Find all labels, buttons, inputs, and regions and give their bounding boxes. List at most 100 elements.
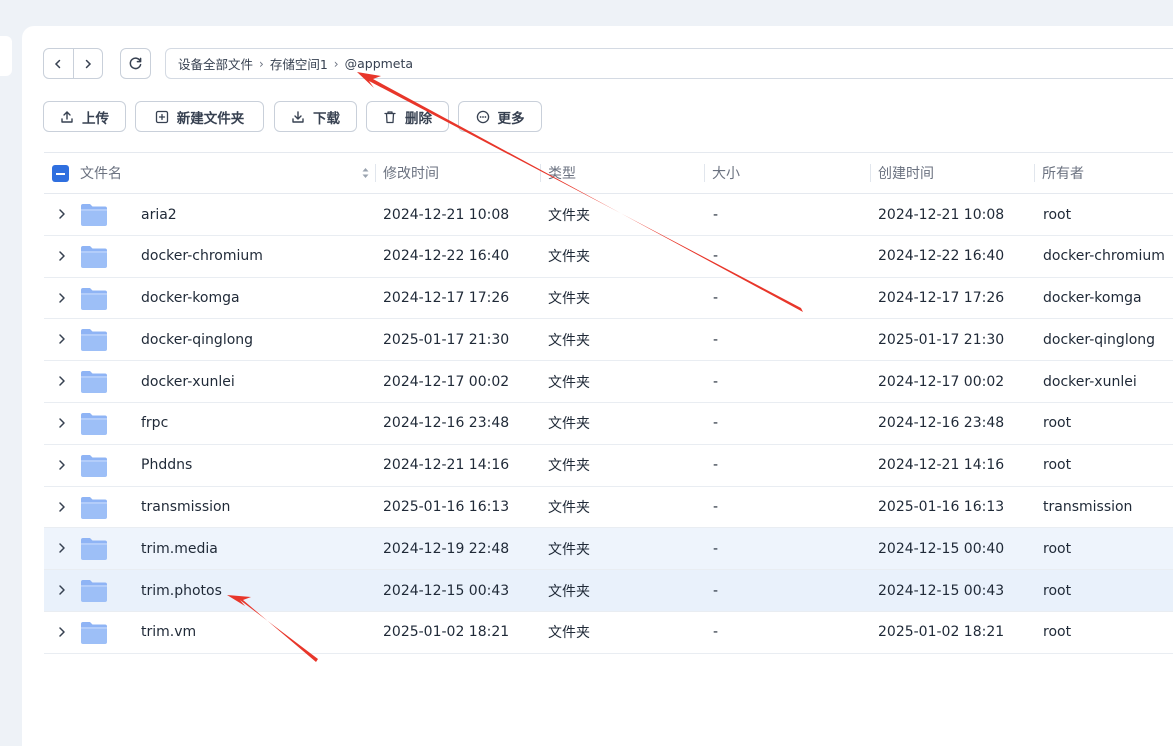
column-header-type[interactable]: 类型 [540, 153, 576, 193]
chevron-right-icon: › [259, 56, 264, 71]
upload-button[interactable]: 上传 [43, 101, 126, 132]
file-type: 文件夹 [548, 416, 590, 433]
table-row[interactable]: frpc 2024-12-16 23:48 文件夹 - 2024-12-16 23:48… [44, 403, 1173, 445]
new-folder-icon [155, 110, 168, 123]
select-all-checkbox[interactable] [52, 165, 69, 182]
file-name[interactable]: trim.photos [141, 570, 222, 611]
owner: transmission [1043, 499, 1133, 516]
table-row[interactable]: aria2 2024-12-21 10:08 文件夹 - 2024-12-21 10:0… [44, 194, 1173, 236]
modified-time: 2024-12-21 10:08 [383, 206, 510, 223]
back-button[interactable] [44, 49, 73, 78]
refresh-icon [129, 57, 142, 70]
file-type: 文件夹 [548, 207, 590, 224]
expand-chevron-icon[interactable] [57, 584, 67, 596]
folder-icon [81, 538, 107, 561]
download-label: 下载 [313, 110, 340, 127]
table-row[interactable]: docker-komga 2024-12-17 17:26 文件夹 - 2024-12-… [44, 278, 1173, 320]
file-size: - [713, 373, 719, 390]
modified-time: 2024-12-19 22:48 [383, 540, 510, 557]
delete-button[interactable]: 删除 [366, 101, 449, 132]
expand-chevron-icon[interactable] [57, 626, 67, 638]
table-row[interactable]: trim.media 2024-12-19 22:48 文件夹 - 2024-12-15… [44, 528, 1173, 571]
table-row[interactable]: docker-chromium 2024-12-22 16:40 文件夹 - 2024-… [44, 236, 1173, 278]
file-name[interactable]: transmission [141, 487, 230, 528]
breadcrumb-item-storage[interactable]: 存储空间1 [270, 54, 328, 73]
more-icon [476, 110, 489, 123]
trash-icon [384, 110, 396, 123]
table-row[interactable]: transmission 2025-01-16 16:13 文件夹 - 2025-01-… [44, 487, 1173, 529]
forward-button[interactable] [72, 49, 103, 78]
new-folder-button[interactable]: 新建文件夹 [135, 101, 264, 132]
file-name[interactable]: docker-qinglong [141, 319, 253, 360]
file-size: - [713, 206, 719, 223]
column-header-modified[interactable]: 修改时间 [375, 153, 439, 193]
delete-label: 删除 [405, 110, 432, 127]
modified-time: 2025-01-02 18:21 [383, 624, 510, 641]
modified-time: 2024-12-16 23:48 [383, 415, 510, 432]
column-header-size[interactable]: 大小 [704, 153, 740, 193]
file-name[interactable]: docker-xunlei [141, 361, 235, 402]
owner: docker-komga [1043, 290, 1142, 307]
file-name[interactable]: docker-komga [141, 278, 240, 319]
modified-time: 2024-12-17 17:26 [383, 290, 510, 307]
table-row[interactable]: Phddns 2024-12-21 14:16 文件夹 - 2024-12-21 14:… [44, 445, 1173, 487]
file-name[interactable]: aria2 [141, 194, 177, 235]
created-time: 2024-12-22 16:40 [878, 248, 1005, 265]
file-size: - [713, 415, 719, 432]
modified-time: 2024-12-21 14:16 [383, 457, 510, 474]
sort-icon[interactable] [361, 166, 370, 180]
column-header-created[interactable]: 创建时间 [870, 153, 934, 193]
column-header-owner[interactable]: 所有者 [1034, 153, 1084, 193]
file-size: - [713, 248, 719, 265]
file-size: - [713, 331, 719, 348]
created-time: 2024-12-15 00:43 [878, 582, 1005, 599]
file-type: 文件夹 [548, 541, 590, 558]
breadcrumb-item-root[interactable]: 设备全部文件 [178, 54, 253, 73]
file-name[interactable]: trim.media [141, 528, 218, 569]
table-row[interactable]: trim.photos 2024-12-15 00:43 文件夹 - 2024-12-1… [44, 570, 1173, 612]
upload-icon [61, 110, 73, 123]
refresh-button[interactable] [120, 48, 151, 79]
file-size: - [713, 499, 719, 516]
expand-chevron-icon[interactable] [57, 417, 67, 429]
column-divider [540, 164, 541, 182]
created-time: 2024-12-17 00:02 [878, 373, 1005, 390]
file-type: 文件夹 [548, 332, 590, 349]
created-time: 2024-12-21 14:16 [878, 457, 1005, 474]
breadcrumb-item-current[interactable]: @appmeta [345, 56, 413, 71]
table-row[interactable]: docker-qinglong 2025-01-17 21:30 文件夹 - 2025-… [44, 319, 1173, 362]
folder-icon [81, 329, 107, 352]
more-button[interactable]: 更多 [458, 101, 542, 132]
created-time: 2025-01-02 18:21 [878, 624, 1005, 641]
modified-time: 2025-01-16 16:13 [383, 499, 510, 516]
modified-time: 2024-12-17 00:02 [383, 373, 510, 390]
owner: docker-chromium [1043, 248, 1165, 265]
owner: root [1043, 540, 1072, 557]
created-time: 2024-12-15 00:40 [878, 540, 1005, 557]
file-type: 文件夹 [548, 458, 590, 475]
folder-icon [81, 454, 107, 477]
download-button[interactable]: 下载 [274, 101, 357, 132]
expand-chevron-icon[interactable] [57, 459, 67, 471]
expand-chevron-icon[interactable] [57, 208, 67, 220]
file-name[interactable]: trim.vm [141, 612, 196, 653]
expand-chevron-icon[interactable] [57, 250, 67, 262]
file-name[interactable]: Phddns [141, 445, 192, 486]
expand-chevron-icon[interactable] [57, 542, 67, 554]
table-row[interactable]: trim.vm 2025-01-02 18:21 文件夹 - 2025-01-02 18… [44, 612, 1173, 654]
file-name[interactable]: docker-chromium [141, 236, 263, 277]
column-divider [704, 164, 705, 182]
expand-chevron-icon[interactable] [57, 333, 67, 345]
column-header-name[interactable]: 文件名 [80, 153, 370, 193]
file-size: - [713, 624, 719, 641]
file-type: 文件夹 [548, 291, 590, 308]
expand-chevron-icon[interactable] [57, 292, 67, 304]
expand-chevron-icon[interactable] [57, 375, 67, 387]
created-time: 2024-12-16 23:48 [878, 415, 1005, 432]
file-name[interactable]: frpc [141, 403, 168, 444]
table-row[interactable]: docker-xunlei 2024-12-17 00:02 文件夹 - 2024-12… [44, 361, 1173, 403]
column-divider [375, 164, 376, 182]
expand-chevron-icon[interactable] [57, 501, 67, 513]
column-divider [870, 164, 871, 182]
file-type: 文件夹 [548, 374, 590, 391]
